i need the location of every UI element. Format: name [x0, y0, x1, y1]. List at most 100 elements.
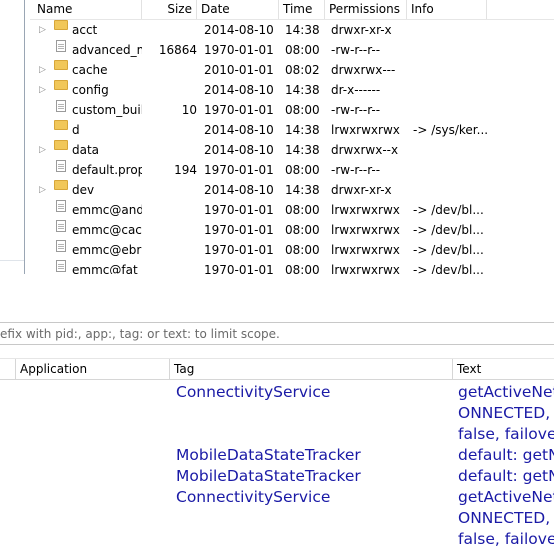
file-name: data [72, 143, 100, 157]
file-time: 14:38 [285, 143, 320, 157]
column-header-date[interactable]: Date [197, 0, 279, 19]
file-row[interactable]: ▷ data 2014-08-10 14:38 drwxrwx--x [30, 140, 554, 160]
logcat-table-header: Application Tag Text [0, 358, 554, 380]
file-time: 08:00 [285, 223, 320, 237]
column-header-application[interactable]: Application [16, 359, 170, 379]
file-date: 2014-08-10 [204, 123, 274, 137]
file-permissions: -rw-r--r-- [331, 163, 381, 177]
file-size: 194 [174, 163, 197, 177]
column-header-blank[interactable] [0, 359, 16, 379]
file-row[interactable]: custom_buil 10 1970-01-01 08:00 -rw-r--r-- [30, 100, 554, 120]
column-header-size[interactable]: Size [142, 0, 197, 19]
expand-arrow-icon[interactable]: ▷ [39, 180, 46, 200]
file-name: emmc@and [72, 203, 142, 217]
file-date: 1970-01-01 [204, 223, 274, 237]
file-time: 14:38 [285, 83, 320, 97]
file-info: -> /dev/bl... [413, 203, 484, 217]
file-permissions: drwxrwx--x [331, 143, 399, 157]
file-permissions: drwxr-xr-x [331, 183, 392, 197]
folder-icon [54, 140, 68, 150]
expand-arrow-icon[interactable]: ▷ [39, 80, 46, 100]
expand-arrow-icon[interactable]: ▷ [39, 20, 46, 40]
file-name: d [72, 123, 80, 137]
file-date: 2014-08-10 [204, 143, 274, 157]
file-row[interactable]: emmc@fat 1970-01-01 08:00 lrwxrwxrwx -> /dev… [30, 260, 554, 274]
file-info: -> /dev/bl... [413, 263, 484, 274]
column-header-text[interactable]: Text [453, 359, 554, 379]
file-time: 14:38 [285, 123, 320, 137]
file-row[interactable]: advanced_m 16864 1970-01-01 08:00 -rw-r--r-- [30, 40, 554, 60]
file-name: config [72, 83, 109, 97]
file-size: 16864 [158, 43, 197, 57]
column-header-info[interactable]: Info [407, 0, 487, 19]
log-tag: MobileDataStateTracker [176, 446, 361, 464]
file-row[interactable]: emmc@cacl 1970-01-01 08:00 lrwxrwxrwx -> /de… [30, 220, 554, 240]
file-name: acct [72, 23, 98, 37]
file-name: cache [72, 63, 108, 77]
file-row[interactable]: ▷ acct 2014-08-10 14:38 drwxr-xr-x [30, 20, 554, 40]
column-header-time[interactable]: Time [279, 0, 325, 19]
file-date: 1970-01-01 [204, 243, 274, 257]
file-icon [56, 160, 66, 172]
file-permissions: drwxr-xr-x [331, 23, 392, 37]
file-row[interactable]: ▷ cache 2010-01-01 08:02 drwxrwx--- [30, 60, 554, 80]
file-time: 08:00 [285, 43, 320, 57]
file-date: 1970-01-01 [204, 163, 274, 177]
folder-icon [54, 80, 68, 90]
file-permissions: -rw-r--r-- [331, 103, 381, 117]
file-permissions: drwxrwx--- [331, 63, 396, 77]
file-row[interactable]: emmc@and 1970-01-01 08:00 lrwxrwxrwx -> /dev… [30, 200, 554, 220]
file-name: dev [72, 183, 95, 197]
file-time: 14:38 [285, 183, 320, 197]
log-text: getActiveNet [458, 488, 554, 506]
file-row[interactable]: ▷ dev 2014-08-10 14:38 drwxr-xr-x [30, 180, 554, 200]
file-row[interactable]: d 2014-08-10 14:38 lrwxrwxrwx -> /sys/ker... [30, 120, 554, 140]
file-name: default.prop [72, 163, 142, 177]
file-row[interactable]: default.prop 194 1970-01-01 08:00 -rw-r--r-- [30, 160, 554, 180]
file-date: 2010-01-01 [204, 63, 274, 77]
file-table: Name Size Date Time Permissions Info ▷ ac… [30, 0, 554, 274]
file-date: 2014-08-10 [204, 23, 274, 37]
file-date: 1970-01-01 [204, 103, 274, 117]
file-size: 10 [181, 103, 197, 117]
file-date: 1970-01-01 [204, 203, 274, 217]
folder-icon [54, 120, 68, 130]
folder-icon [54, 60, 68, 70]
file-permissions: dr-x------ [331, 83, 381, 97]
expand-arrow-icon[interactable]: ▷ [39, 140, 46, 160]
file-permissions: lrwxrwxrwx [331, 203, 400, 217]
log-text: default: getN [458, 467, 554, 485]
file-name: emmc@fat [72, 263, 138, 274]
column-header-permissions[interactable]: Permissions [325, 0, 407, 19]
file-permissions: lrwxrwxrwx [331, 223, 400, 237]
file-date: 1970-01-01 [204, 43, 274, 57]
log-text: default: getN [458, 446, 554, 464]
file-time: 08:00 [285, 243, 320, 257]
column-header-tag[interactable]: Tag [170, 359, 453, 379]
file-icon [56, 100, 66, 112]
log-tag: MobileDataStateTracker [176, 467, 361, 485]
folder-icon [54, 20, 68, 30]
file-date: 2014-08-10 [204, 83, 274, 97]
expand-arrow-icon[interactable]: ▷ [39, 60, 46, 80]
file-icon [56, 40, 66, 52]
file-permissions: lrwxrwxrwx [331, 243, 400, 257]
file-name: emmc@ebr [72, 243, 142, 257]
file-info: -> /sys/ker... [413, 123, 489, 137]
log-text: false, failove [458, 425, 554, 443]
file-permissions: -rw-r--r-- [331, 43, 381, 57]
log-text: false, failove [458, 530, 554, 548]
log-text: getActiveNet [458, 383, 554, 401]
file-time: 08:00 [285, 103, 320, 117]
log-text: ONNECTED, [458, 404, 551, 422]
file-date: 2014-08-10 [204, 183, 274, 197]
file-row[interactable]: ▷ config 2014-08-10 14:38 dr-x------ [30, 80, 554, 100]
file-row[interactable]: emmc@ebr 1970-01-01 08:00 lrwxrwxrwx -> /dev… [30, 240, 554, 260]
column-header-name[interactable]: Name [30, 0, 142, 19]
file-time: 08:00 [285, 163, 320, 177]
file-name: emmc@cacl [72, 223, 142, 237]
logcat-filter-input[interactable]: efix with pid:, app:, tag: or text: to l… [0, 323, 554, 345]
file-icon [56, 200, 66, 212]
file-time: 08:00 [285, 203, 320, 217]
left-side-panel [0, 0, 25, 274]
